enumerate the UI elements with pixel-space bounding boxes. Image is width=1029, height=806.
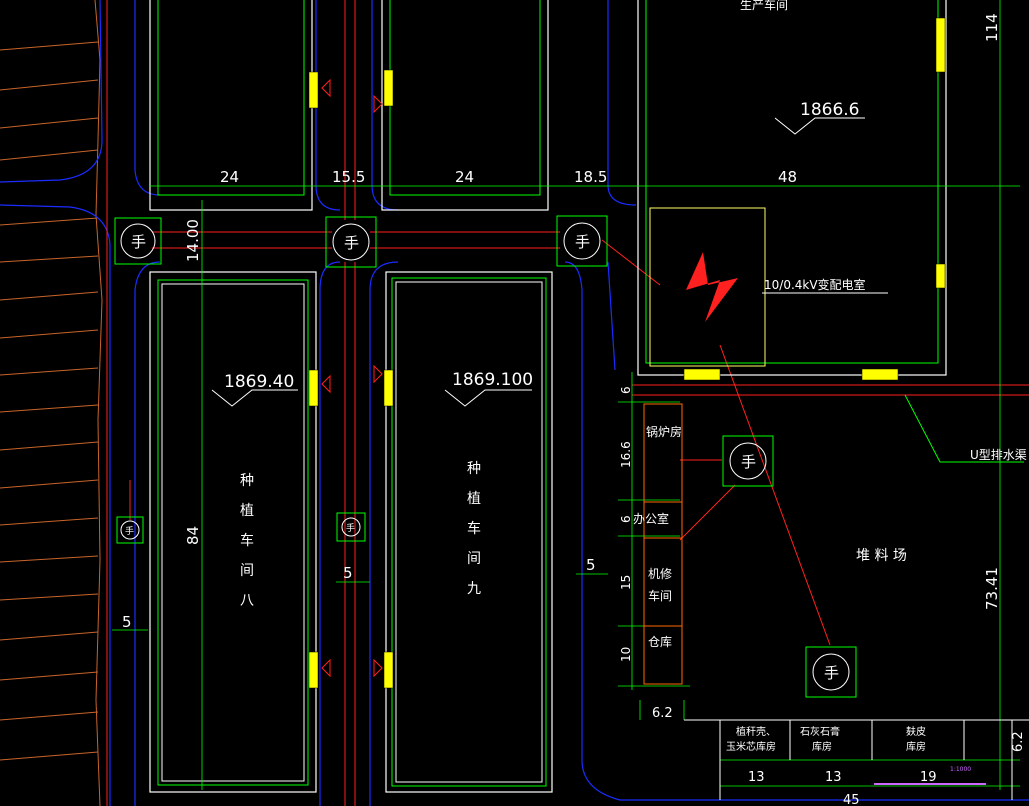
table-c2-l2: 库房 xyxy=(812,740,832,753)
road-edges xyxy=(0,0,1029,806)
drain-label: U型排水渠 xyxy=(970,448,1027,462)
dim-5a: 5 xyxy=(122,613,132,631)
workshop-top-right xyxy=(637,0,947,376)
switch-symbol: 手 xyxy=(741,453,756,471)
dim-5b: 5 xyxy=(343,564,353,582)
table-c1-l2: 玉米芯库房 xyxy=(726,740,776,753)
dim-18-5: 18.5 xyxy=(574,168,607,186)
room-warehouse: 仓库 xyxy=(648,634,672,649)
switch-symbol: 手 xyxy=(575,233,590,251)
building-8-name: 种 植 车 间 八 xyxy=(240,473,254,609)
substation: 10/0.4kV变配电室 xyxy=(649,207,888,367)
switch-symbol: 手 xyxy=(344,234,359,252)
room-labels: 锅炉房 办公室 机修 车间 仓库 xyxy=(633,424,682,649)
switch-icon: 手 xyxy=(722,435,774,487)
dim-6-2b: 6.2 xyxy=(1011,731,1026,752)
dim-13b: 13 xyxy=(825,770,842,785)
b8-char: 种 xyxy=(240,473,254,489)
room-boiler: 锅炉房 xyxy=(646,424,682,439)
switch-symbol: 手 xyxy=(131,233,146,251)
dim-5c: 5 xyxy=(586,556,596,574)
yard-label: 堆 料 场 xyxy=(856,548,907,564)
substation-label: 10/0.4kV变配电室 xyxy=(764,277,866,292)
switch-icon: 手 xyxy=(805,646,857,698)
dim-10: 10 xyxy=(619,647,633,662)
room-repair-2: 车间 xyxy=(648,588,672,603)
cable-lines xyxy=(106,0,1029,806)
table-c2-l1: 石灰石膏 xyxy=(800,725,840,738)
b9-char: 车 xyxy=(467,520,481,537)
table-c3-l2: 库房 xyxy=(906,740,926,753)
dim-6b: 6 xyxy=(619,515,633,523)
dim-15-5: 15.5 xyxy=(332,168,365,186)
switch-icon: 手 xyxy=(556,215,608,267)
dim-24b: 24 xyxy=(455,168,474,186)
dim-73-41: 73.41 xyxy=(983,567,1001,610)
switch-icon-small: 手 xyxy=(116,516,144,544)
b8-char: 八 xyxy=(240,593,254,609)
b9-char: 植 xyxy=(467,491,481,507)
b9-char: 间 xyxy=(467,551,481,567)
switch-icon: 手 xyxy=(114,217,162,265)
elevation-1866-6: 1866.6 xyxy=(800,100,859,120)
switch-boxes: 手 手 手 手 手 手 手 xyxy=(114,215,857,698)
cad-drawing: 生产车间 种 植 车 间 八 种 植 车 间 九 24 15.5 24 18.5… xyxy=(0,0,1029,806)
building-8 xyxy=(149,271,317,793)
left-parcels xyxy=(0,0,103,806)
switch-symbol: 手 xyxy=(346,522,355,534)
lightning-icon xyxy=(686,252,738,322)
table-c3-l1: 麸皮 xyxy=(906,725,926,738)
building-9-name: 种 植 车 间 九 xyxy=(467,461,481,597)
drain-callout: U型排水渠 xyxy=(904,394,1027,463)
dim-84: 84 xyxy=(184,526,202,545)
scale-text: 1:1000 xyxy=(950,766,971,773)
b8-char: 植 xyxy=(240,503,254,519)
dim-16-6: 16.6 xyxy=(619,441,633,468)
room-office: 办公室 xyxy=(633,511,669,526)
switch-icon: 手 xyxy=(325,216,377,268)
elevation-1869-100: 1869.100 xyxy=(452,370,533,390)
elevation-1869-40: 1869.40 xyxy=(224,372,294,392)
dim-6a: 6 xyxy=(619,386,633,394)
switch-symbol: 手 xyxy=(824,664,839,682)
workshop-top-label: 生产车间 xyxy=(740,0,788,12)
dim-13a: 13 xyxy=(748,770,765,785)
dim-19: 19 xyxy=(920,770,937,785)
bottom-table-text: 植秆壳、 玉米芯库房 石灰石膏 库房 麸皮 库房 xyxy=(726,725,926,753)
dim-14-00: 14.00 xyxy=(184,219,202,262)
dim-6-2a: 6.2 xyxy=(652,706,673,721)
switch-symbol: 手 xyxy=(125,525,134,537)
dim-45: 45 xyxy=(843,793,860,806)
b9-char: 种 xyxy=(467,461,481,477)
room-repair-1: 机修 xyxy=(648,566,672,581)
dim-15: 15 xyxy=(619,575,633,590)
dim-48: 48 xyxy=(778,168,797,186)
dim-24a: 24 xyxy=(220,168,239,186)
table-c1-l1: 植秆壳、 xyxy=(736,725,776,738)
b9-char: 九 xyxy=(467,581,481,597)
b8-char: 车 xyxy=(240,532,254,549)
b8-char: 间 xyxy=(240,563,254,579)
switch-icon-small: 手 xyxy=(336,512,366,542)
dim-114: 114 xyxy=(983,13,1001,42)
